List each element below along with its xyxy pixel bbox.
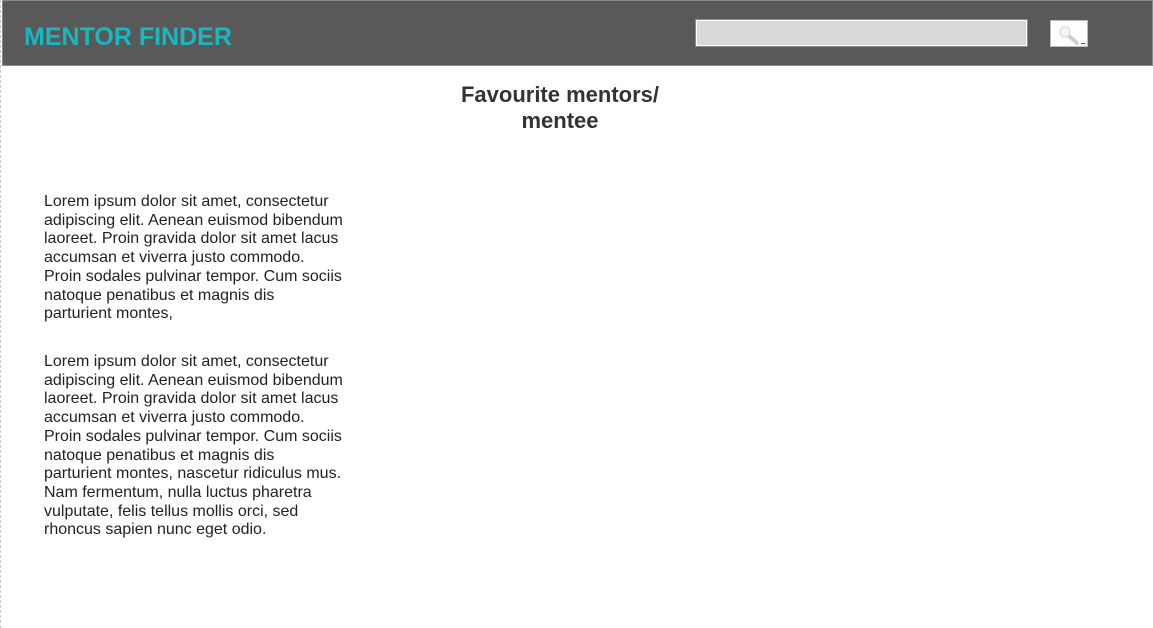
description-paragraph-1: Lorem ipsum dolor sit amet, consectetur … — [44, 193, 343, 323]
search-input[interactable] — [695, 19, 1028, 47]
page-title-line-2: mentee — [521, 108, 599, 133]
description-paragraph-2: Lorem ipsum dolor sit amet, consectetur … — [44, 353, 343, 539]
search-button[interactable] — [1050, 20, 1088, 47]
header-bar: MENTOR FINDER — [2, 0, 1153, 66]
page-title-line-1: Favourite mentors/ — [460, 82, 660, 107]
page-title: Favourite mentors/ mentee — [401, 82, 719, 134]
app-logo[interactable]: MENTOR FINDER — [24, 21, 232, 53]
magnifier-icon — [1057, 24, 1085, 45]
page: MENTOR FINDER Favourite mentors/ mentee … — [0, 0, 1153, 628]
